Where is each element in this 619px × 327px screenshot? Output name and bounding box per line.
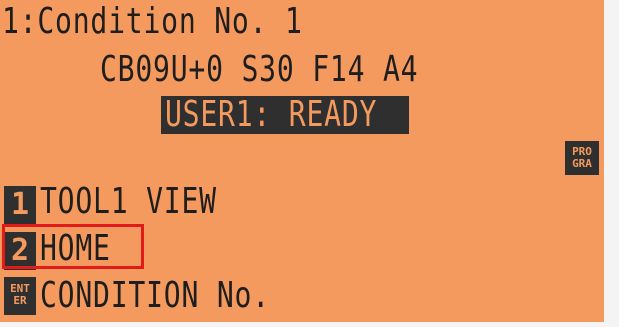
bottom-margin — [0, 322, 604, 327]
status-banner: USER1: READY — [161, 94, 409, 135]
highlight-box — [2, 224, 144, 269]
program-badge-icon: PRO GRA — [565, 141, 599, 175]
condition-parameters: CB09U+0 S30 F14 A4 — [100, 49, 419, 90]
right-margin — [604, 0, 619, 327]
menu-item-condition-no[interactable]: CONDITION No. — [40, 276, 270, 316]
program-badge-text: PRO GRA — [572, 145, 592, 170]
menu-item-tool1-view[interactable]: TOOL1 VIEW — [40, 182, 217, 222]
enter-key-text: ENT ER — [10, 282, 30, 307]
condition-title: 1:Condition No. 1 — [2, 1, 303, 42]
enter-key-icon[interactable]: ENT ER — [4, 277, 36, 315]
menu-key-1[interactable]: 1 — [4, 186, 36, 224]
pendant-screen: 1:Condition No. 1 CB09U+0 S30 F14 A4 USE… — [0, 0, 604, 322]
status-text: USER1: READY — [165, 94, 378, 135]
